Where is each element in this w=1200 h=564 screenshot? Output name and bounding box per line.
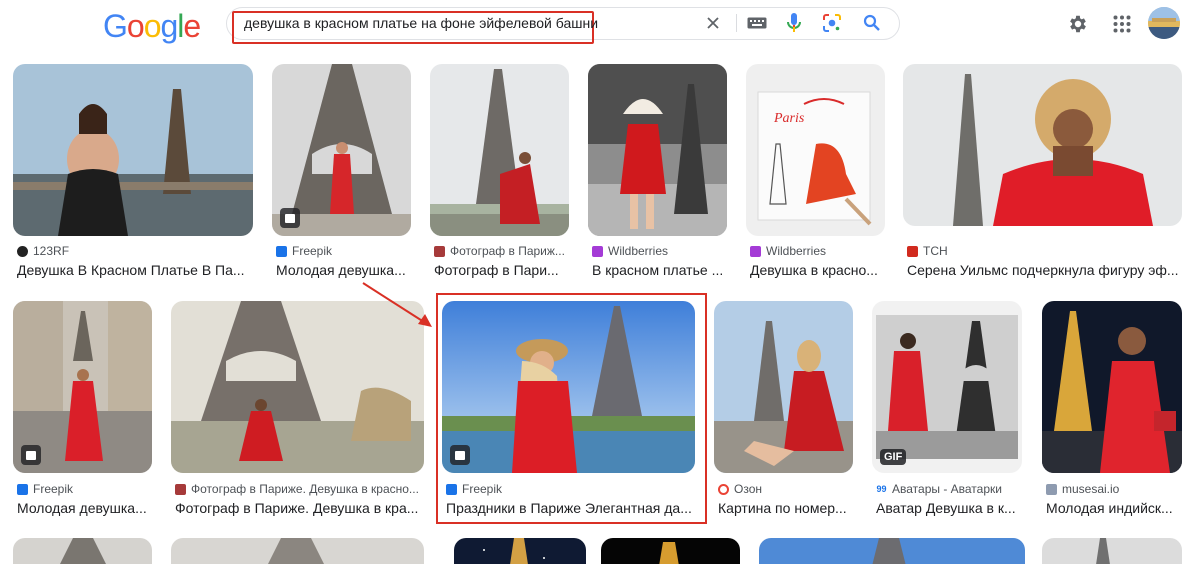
result-thumbnail[interactable] (430, 64, 569, 236)
source-label: Wildberries (608, 244, 669, 258)
source-label: Фотограф в Париж... (450, 244, 565, 258)
result-source[interactable]: Wildberries (750, 244, 885, 258)
result-thumbnail[interactable] (13, 64, 253, 236)
svg-text:Paris: Paris (773, 111, 805, 126)
selected-result-highlight-annotation (436, 293, 707, 524)
result-title[interactable]: Фотограф в Пари... (434, 262, 569, 278)
image-badge-icon (280, 208, 300, 228)
gif-badge: GIF (880, 449, 907, 465)
result-title[interactable]: Молодая девушка... (276, 262, 411, 278)
result-source[interactable]: Freepik (276, 244, 411, 258)
result-thumbnail[interactable] (13, 301, 152, 473)
result-source[interactable]: Wildberries (592, 244, 727, 258)
source-label: Озон (734, 482, 763, 496)
source-label: Freepik (292, 244, 333, 258)
gear-icon[interactable] (1064, 10, 1092, 38)
mic-icon[interactable] (783, 12, 805, 34)
result-source[interactable]: TCH (907, 244, 1182, 258)
source-label: Freepik (33, 482, 74, 496)
result-source[interactable]: Фотограф в Париж... (434, 244, 569, 258)
keyboard-icon[interactable] (746, 12, 768, 34)
result-title[interactable]: Серена Уильмс подчеркнула фигуру эф... (907, 262, 1182, 278)
result-title[interactable]: Фотограф в Париже. Девушка в кра... (175, 500, 424, 516)
logo-letter: g (160, 8, 178, 44)
result-source[interactable]: Фотограф в Париже. Девушка в красно... (175, 482, 424, 496)
source-favicon-icon (718, 483, 729, 495)
search-icon[interactable] (861, 12, 883, 34)
result-source[interactable]: 123RF (17, 244, 253, 258)
result-thumbnail[interactable] (13, 538, 152, 564)
result-thumbnail[interactable] (272, 64, 411, 236)
result-title[interactable]: В красном платье ... (592, 262, 727, 278)
image-badge-icon (21, 445, 41, 465)
result-thumbnail[interactable] (1042, 301, 1182, 473)
search-divider (736, 14, 737, 32)
logo-letter: e (183, 8, 201, 44)
source-favicon-icon: 99 (876, 483, 887, 495)
result-thumbnail[interactable] (601, 538, 740, 564)
search-input[interactable]: девушка в красном платье на фоне эйфелев… (244, 15, 598, 31)
result-source[interactable]: 99 Аватары - Аватарки (876, 482, 1022, 496)
header: Google девушка в красном платье на фоне … (0, 0, 1200, 52)
source-favicon-icon (17, 245, 28, 257)
result-title[interactable]: Картина по номер... (718, 500, 853, 516)
source-favicon-icon (434, 245, 445, 257)
source-label: TCH (923, 244, 948, 258)
source-favicon-icon (175, 483, 186, 495)
result-thumbnail[interactable] (454, 538, 586, 564)
source-label: Аватары - Аватарки (892, 482, 1002, 496)
source-favicon-icon (276, 245, 287, 257)
source-label: Wildberries (766, 244, 827, 258)
source-favicon-icon (750, 245, 761, 257)
source-favicon-icon (17, 483, 28, 495)
google-logo[interactable]: Google (103, 8, 201, 45)
result-source[interactable]: Freepik (17, 482, 152, 496)
result-thumbnail[interactable] (903, 64, 1182, 226)
result-thumbnail[interactable] (588, 64, 727, 236)
close-icon[interactable] (702, 12, 724, 34)
result-thumbnail[interactable] (759, 538, 1025, 564)
logo-letter: G (103, 8, 128, 44)
result-title[interactable]: Молодая индийск... (1046, 500, 1182, 516)
source-label: 123RF (33, 244, 70, 258)
result-thumbnail[interactable] (1042, 538, 1182, 564)
result-source[interactable]: musesai.io (1046, 482, 1182, 496)
result-title[interactable]: Аватар Девушка в к... (876, 500, 1022, 516)
source-favicon-icon (907, 245, 918, 257)
source-favicon-icon (592, 245, 603, 257)
result-thumbnail[interactable] (714, 301, 853, 473)
source-favicon-icon (1046, 483, 1057, 495)
lens-icon[interactable] (821, 12, 843, 34)
logo-letter: o (143, 8, 162, 44)
result-thumbnail[interactable]: GIF (872, 301, 1022, 473)
result-thumbnail[interactable] (171, 301, 424, 473)
result-title[interactable]: Девушка в красно... (750, 262, 885, 278)
result-thumbnail[interactable]: Paris (746, 64, 885, 236)
result-title[interactable]: Девушка В Красном Платье В Па... (17, 262, 253, 278)
logo-letter: o (126, 8, 145, 44)
result-source[interactable]: Озон (718, 482, 853, 496)
source-label: musesai.io (1062, 482, 1120, 496)
result-thumbnail[interactable] (171, 538, 424, 564)
account-avatar[interactable] (1148, 7, 1180, 39)
source-label: Фотограф в Париже. Девушка в красно... (191, 482, 419, 496)
result-title[interactable]: Молодая девушка... (17, 500, 152, 516)
apps-icon[interactable] (1108, 10, 1136, 38)
